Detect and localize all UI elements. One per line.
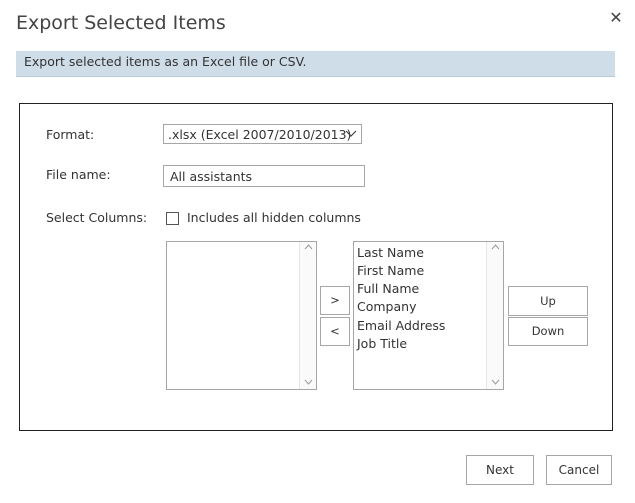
select-columns-label: Select Columns:: [46, 210, 148, 225]
scroll-down-arrow-icon[interactable]: [300, 378, 316, 388]
hidden-columns-label[interactable]: Includes all hidden columns: [187, 210, 361, 225]
list-item[interactable]: First Name: [357, 263, 424, 278]
format-selected-value: .xlsx (Excel 2007/2010/2013): [168, 127, 352, 142]
format-dropdown[interactable]: .xlsx (Excel 2007/2010/2013): [163, 124, 362, 144]
banner-text: Export selected items as an Excel file o…: [24, 54, 307, 69]
available-columns-scrollbar[interactable]: [299, 242, 316, 389]
scroll-up-arrow-icon[interactable]: [487, 243, 503, 253]
move-left-button[interactable]: <: [320, 317, 350, 346]
cancel-button[interactable]: Cancel: [546, 455, 612, 485]
list-item[interactable]: Email Address: [357, 318, 445, 333]
format-label: Format:: [46, 127, 95, 142]
list-item[interactable]: Last Name: [357, 245, 424, 260]
hidden-columns-checkbox[interactable]: [166, 212, 179, 225]
available-columns-listbox[interactable]: [166, 241, 317, 390]
selected-columns-scrollbar[interactable]: [486, 242, 503, 389]
chevron-down-icon: [345, 126, 357, 145]
move-up-button[interactable]: Up: [508, 286, 588, 316]
list-item[interactable]: Full Name: [357, 281, 419, 296]
file-name-input[interactable]: [163, 165, 365, 187]
dialog-title: Export Selected Items: [16, 12, 226, 34]
scroll-down-arrow-icon[interactable]: [487, 378, 503, 388]
selected-columns-listbox[interactable]: Last Name First Name Full Name Company E…: [353, 241, 504, 390]
description-banner: Export selected items as an Excel file o…: [16, 51, 615, 77]
file-name-label: File name:: [46, 167, 111, 182]
move-right-button[interactable]: >: [320, 286, 350, 315]
close-icon[interactable]: ✕: [607, 8, 625, 27]
scroll-up-arrow-icon[interactable]: [300, 243, 316, 253]
next-button[interactable]: Next: [466, 455, 534, 485]
list-item[interactable]: Company: [357, 299, 416, 314]
move-down-button[interactable]: Down: [508, 317, 588, 346]
list-item[interactable]: Job Title: [357, 336, 407, 351]
